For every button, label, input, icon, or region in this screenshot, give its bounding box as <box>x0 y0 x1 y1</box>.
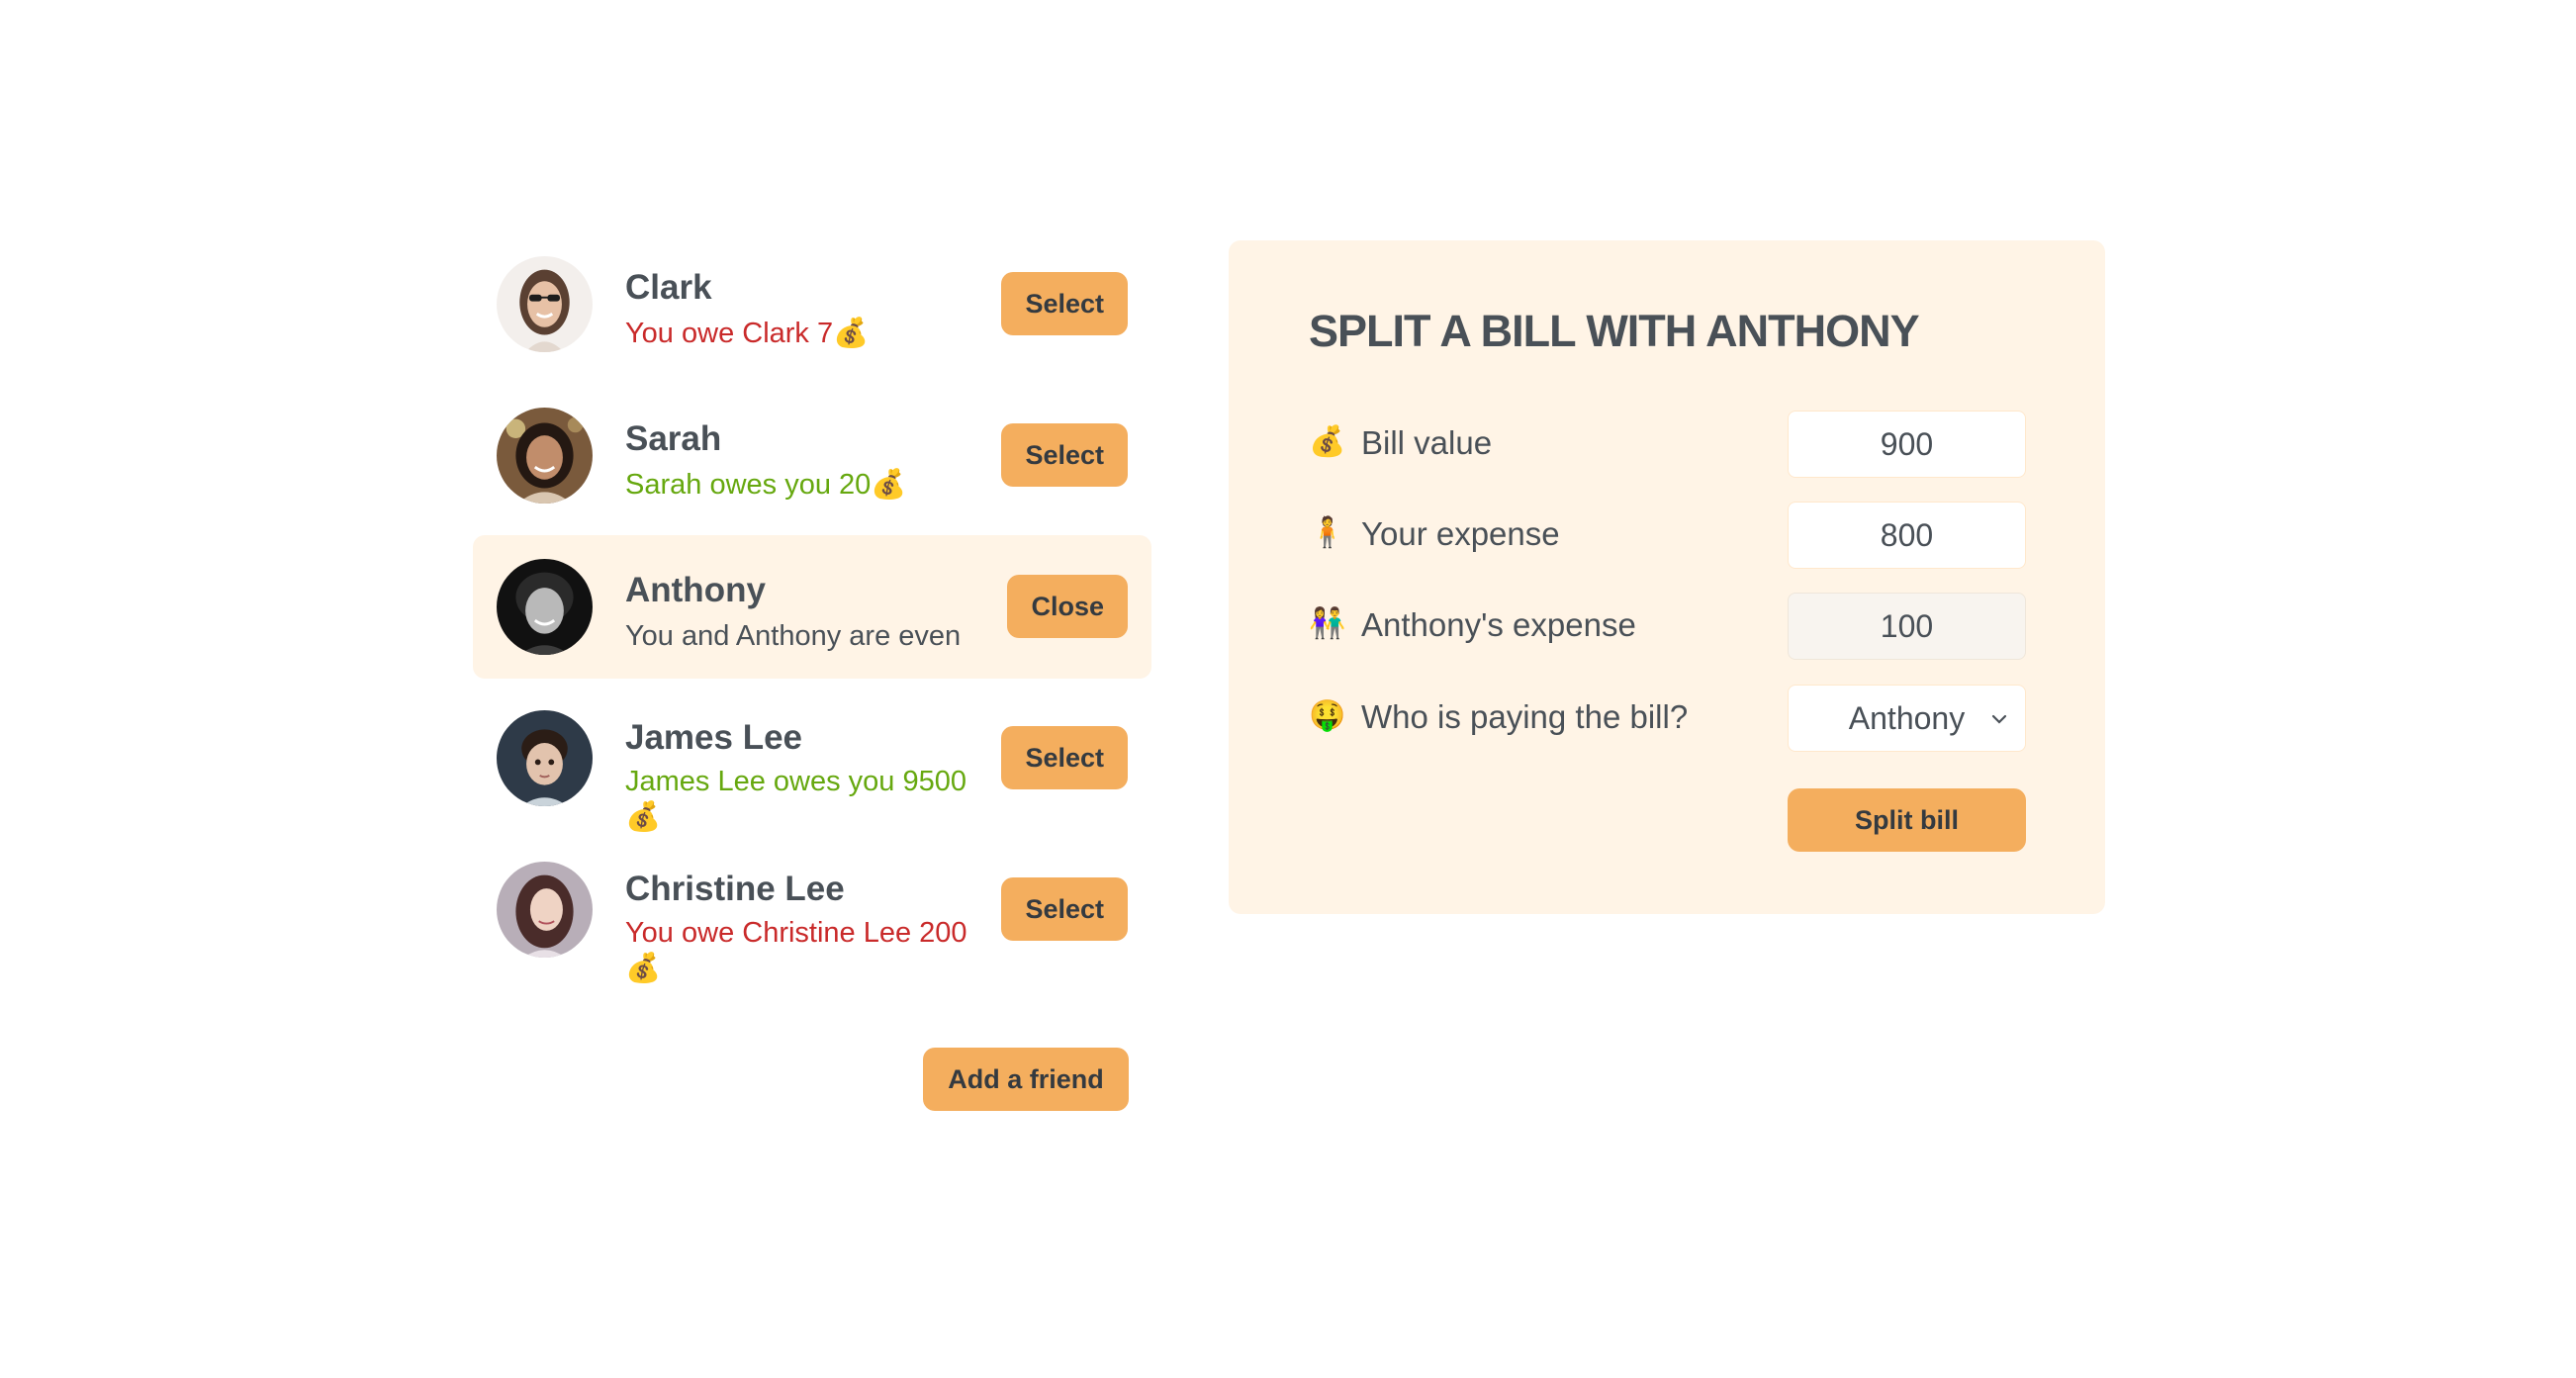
friend-item-anthony: Anthony You and Anthony are even Close <box>473 535 1151 679</box>
avatar-sarah <box>497 408 593 504</box>
friend-item-clark: Clark You owe Clark 7💰 Select <box>473 232 1151 376</box>
split-bill-form: SPLIT A BILL WITH ANTHONY 💰 Bill value 🧍… <box>1229 240 2105 914</box>
friend-balance: You and Anthony are even <box>625 620 962 652</box>
friend-item-christine-lee: Christine Lee You owe Christine Lee 200 … <box>473 838 1151 984</box>
avatar-james-lee <box>497 710 593 806</box>
form-title: SPLIT A BILL WITH ANTHONY <box>1309 306 1920 356</box>
close-friend-button[interactable]: Close <box>1007 575 1128 638</box>
money-mouth-face-icon: 🤑 <box>1309 699 1346 732</box>
friend-item-sarah: Sarah Sarah owes you 20💰 Select <box>473 384 1151 527</box>
friends-sidebar: Clark You owe Clark 7💰 Select Sarah Sara… <box>473 232 1151 1111</box>
add-friend-button[interactable]: Add a friend <box>923 1048 1129 1111</box>
friend-expense-row: 👫 Anthony's expense <box>1309 593 2026 660</box>
friend-expense-input <box>1788 593 2026 660</box>
friend-name: James Lee <box>625 718 803 757</box>
friend-balance: You owe Christine Lee 200 💰 <box>625 917 967 984</box>
avatar-sarah-image <box>497 408 593 504</box>
friend-balance: James Lee owes you 9500 💰 <box>625 766 966 833</box>
split-bill-button[interactable]: Split bill <box>1788 788 2026 852</box>
payer-select[interactable]: Anthony <box>1788 685 2026 752</box>
avatar-anthony <box>497 559 593 655</box>
friend-name: Christine Lee <box>625 870 845 908</box>
app-root: Clark You owe Clark 7💰 Select Sarah Sara… <box>0 0 2576 1378</box>
payer-select-value: Anthony <box>1848 699 1966 736</box>
your-expense-input[interactable] <box>1788 502 2026 569</box>
friend-name: Anthony <box>625 571 766 609</box>
friend-name: Sarah <box>625 419 722 458</box>
person-standing-icon: 🧍 <box>1309 516 1346 549</box>
select-friend-button[interactable]: Select <box>1001 423 1128 487</box>
friend-item-james-lee: James Lee James Lee owes you 9500 💰 Sele… <box>473 687 1151 833</box>
payer-row: 🤑 Who is paying the bill? Anthony <box>1309 685 2026 752</box>
friend-balance: Sarah owes you 20💰 <box>625 469 907 501</box>
avatar-anthony-image <box>497 559 593 655</box>
couple-icon: 👫 <box>1309 607 1346 640</box>
friend-name: Clark <box>625 268 712 307</box>
avatar-clark <box>497 256 593 352</box>
avatar-james-lee-image <box>497 710 593 806</box>
your-expense-row: 🧍 Your expense <box>1309 502 2026 569</box>
avatar-christine-lee <box>497 862 593 958</box>
select-friend-button[interactable]: Select <box>1001 272 1128 335</box>
bill-value-input[interactable] <box>1788 411 2026 478</box>
chevron-down-icon <box>1991 714 2007 724</box>
avatar-christine-lee-image <box>497 862 593 958</box>
friend-expense-label: Anthony's expense <box>1361 606 1636 643</box>
payer-label: Who is paying the bill? <box>1361 698 1689 735</box>
select-friend-button[interactable]: Select <box>1001 877 1128 941</box>
money-bag-icon: 💰 <box>1309 425 1346 458</box>
select-friend-button[interactable]: Select <box>1001 726 1128 789</box>
bill-value-row: 💰 Bill value <box>1309 411 2026 478</box>
avatar-clark-image <box>497 256 593 352</box>
your-expense-label: Your expense <box>1361 515 1560 552</box>
bill-value-label: Bill value <box>1361 424 1493 461</box>
friend-balance: You owe Clark 7💰 <box>625 318 870 349</box>
